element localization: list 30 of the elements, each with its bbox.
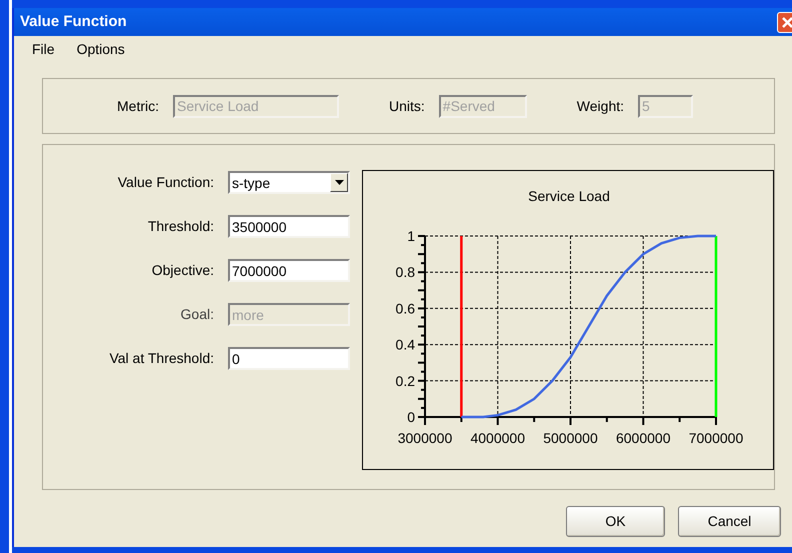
window-title: Value Function — [20, 12, 127, 32]
field-label: Metric: — [117, 96, 159, 116]
input-field[interactable]: 7000000 — [228, 259, 350, 282]
dialog-button[interactable]: Cancel — [678, 506, 781, 537]
x-tick-label: 5000000 — [543, 430, 598, 446]
field-label: Goal: — [180, 305, 214, 324]
field-label: Threshold: — [148, 217, 214, 236]
close-icon[interactable] — [777, 12, 792, 32]
y-tick-label: 0.4 — [396, 336, 415, 353]
dropdown[interactable]: s-type — [228, 171, 350, 194]
x-tick-label: 4000000 — [470, 430, 525, 446]
x-tick-label: 7000000 — [688, 430, 744, 446]
field-label: Objective: — [152, 261, 214, 280]
y-tick-label: 1 — [407, 228, 415, 244]
menu-item[interactable]: Options — [76, 38, 125, 60]
input-field[interactable]: 0 — [228, 347, 350, 370]
input-field[interactable]: 3500000 — [228, 215, 350, 238]
menu-item[interactable]: File — [32, 38, 55, 60]
y-tick-label: 0.8 — [396, 264, 415, 280]
field-label: Weight: — [576, 96, 624, 116]
y-tick-label: 0 — [407, 409, 415, 425]
field-label: Val at Threshold: — [109, 349, 214, 368]
field-label: Value Function: — [118, 173, 214, 192]
y-tick-label: 0.2 — [396, 372, 415, 389]
dialog-button[interactable]: OK — [566, 506, 665, 537]
y-tick-label: 0.6 — [396, 300, 415, 316]
x-tick-label: 6000000 — [616, 430, 670, 446]
chart-title: Service Load — [528, 188, 610, 204]
field-label: Units: — [389, 96, 425, 116]
x-tick-label: 3000000 — [398, 430, 452, 446]
